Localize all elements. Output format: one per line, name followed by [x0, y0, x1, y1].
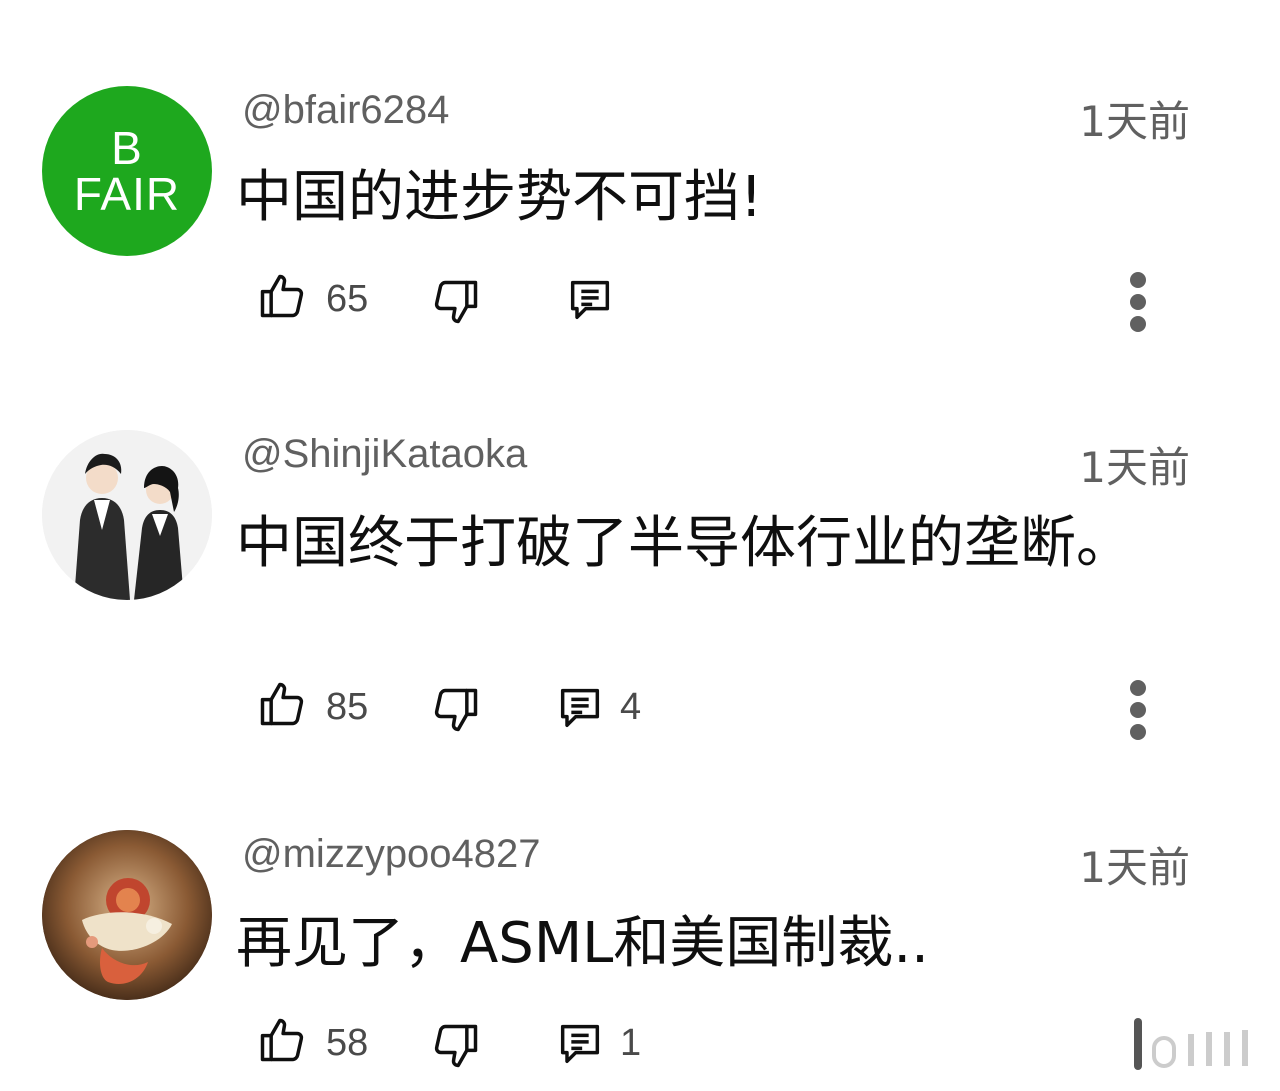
reply-count: 1 [620, 1022, 642, 1064]
username[interactable]: @mizzypoo4827 [242, 832, 541, 877]
like-count: 58 [326, 1022, 369, 1064]
comment-actions: 58 1 [0, 1014, 1280, 1074]
avatar-initial-line-2: FAIR [73, 168, 181, 220]
like-count: 85 [326, 686, 369, 728]
comment-text: 再见了，ASML和美国制裁.. [236, 911, 929, 976]
thumbs-down-icon[interactable] [430, 684, 482, 736]
more-vertical-icon[interactable] [1124, 270, 1152, 334]
timestamp: 1天前 [1079, 443, 1190, 492]
avatar-initial-line-1: B [111, 122, 143, 174]
thumbs-up-icon[interactable] [256, 270, 308, 322]
avatar[interactable]: B FAIR [42, 86, 212, 256]
timestamp: 1天前 [1079, 97, 1190, 146]
comment-actions: 65 [0, 270, 1280, 332]
like-count: 65 [326, 278, 369, 320]
thumbs-up-icon[interactable] [256, 678, 308, 730]
illustrated-character-avatar[interactable] [42, 830, 212, 1000]
comment-actions: 85 4 [0, 678, 1280, 740]
watermark-bars-icon [1134, 1018, 1248, 1070]
comment-icon[interactable] [554, 682, 606, 734]
thumbs-down-icon[interactable] [430, 276, 482, 328]
timestamp: 1天前 [1079, 843, 1190, 892]
comment-text: 中国终于打破了半导体行业的垄断。 [236, 511, 1132, 576]
more-vertical-icon[interactable] [1124, 678, 1152, 742]
thumbs-up-icon[interactable] [256, 1014, 308, 1066]
character-illustration [42, 830, 212, 1000]
anime-couple-illustration [42, 430, 212, 600]
reply-count: 4 [620, 686, 642, 728]
thumbs-down-icon[interactable] [430, 1020, 482, 1072]
username[interactable]: @bfair6284 [242, 88, 449, 133]
comment-text: 中国的进步势不可挡! [236, 165, 763, 230]
username[interactable]: @ShinjiKataoka [242, 432, 527, 477]
comment-icon[interactable] [564, 274, 616, 326]
anime-couple-avatar[interactable] [42, 430, 212, 600]
comment-icon[interactable] [554, 1018, 606, 1070]
